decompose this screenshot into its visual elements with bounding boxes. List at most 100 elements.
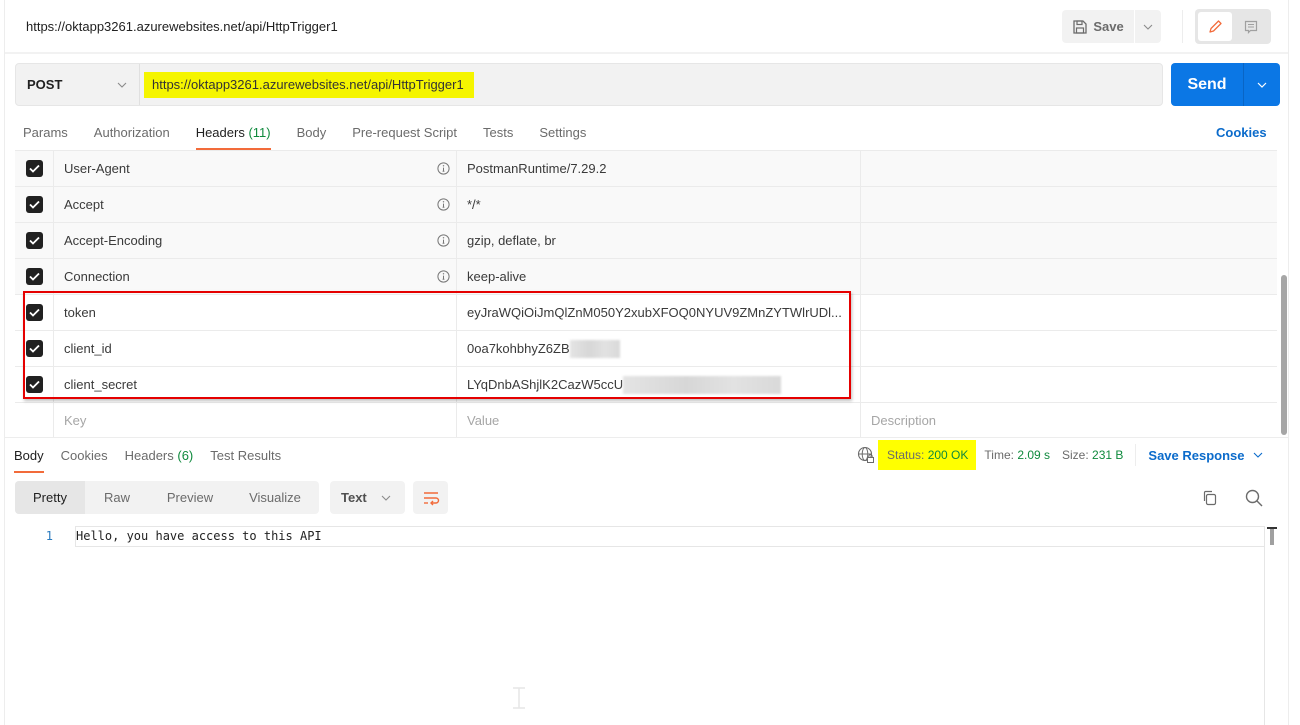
- info-icon[interactable]: [437, 234, 450, 247]
- tab-body[interactable]: Body: [297, 118, 327, 150]
- comment-icon: [1244, 20, 1258, 34]
- view-preview-button[interactable]: Preview: [149, 481, 231, 514]
- chevron-down-icon: [381, 495, 391, 501]
- meta-divider: [1135, 444, 1137, 466]
- save-options-button[interactable]: [1135, 10, 1161, 43]
- comments-mode-button[interactable]: [1234, 12, 1268, 41]
- header-key-text: token: [64, 305, 96, 320]
- header-key[interactable]: token: [54, 295, 457, 330]
- tab-response-headers[interactable]: Headers (6): [125, 441, 194, 473]
- header-checkbox[interactable]: [25, 268, 43, 285]
- send-options-button[interactable]: [1243, 63, 1280, 106]
- tab-label: Cookies: [60, 448, 108, 463]
- table-row: User-Agent PostmanRuntime/7.29.2: [15, 150, 1277, 186]
- time-label: Time:: [984, 448, 1014, 462]
- tab-params[interactable]: Params: [23, 118, 68, 150]
- headers-scrollbar[interactable]: [1281, 275, 1287, 435]
- editor-scrollbar[interactable]: [1267, 527, 1277, 545]
- new-value-input[interactable]: Value: [457, 403, 861, 437]
- table-row: Accept-Encoding gzip, deflate, br: [15, 222, 1277, 258]
- header-value[interactable]: */*: [457, 187, 861, 222]
- header-key[interactable]: client_id: [54, 331, 457, 366]
- tab-settings[interactable]: Settings: [539, 118, 586, 150]
- redacted-blur: [569, 339, 620, 358]
- header-value[interactable]: 0oa7kohbhyZ6ZB: [457, 331, 861, 366]
- header-key[interactable]: Accept-Encoding: [54, 223, 457, 258]
- header-description[interactable]: [861, 223, 1277, 258]
- header-checkbox[interactable]: [25, 160, 43, 177]
- chevron-down-icon: [1253, 452, 1262, 458]
- format-label: Text: [341, 490, 367, 505]
- tab-label: Body: [296, 125, 327, 140]
- header-checkbox[interactable]: [25, 340, 43, 357]
- tab-response-cookies[interactable]: Cookies: [61, 441, 108, 473]
- header-value[interactable]: PostmanRuntime/7.29.2: [457, 151, 861, 186]
- header-description[interactable]: [861, 151, 1277, 186]
- pane-divider[interactable]: [5, 437, 1288, 438]
- status-badge[interactable]: Status: 200 OK: [878, 440, 977, 470]
- save-response-label: Save Response: [1148, 447, 1245, 463]
- globe-lock-icon[interactable]: [857, 446, 875, 464]
- view-visualize-button[interactable]: Visualize: [231, 481, 319, 514]
- tab-response-body[interactable]: Body: [14, 441, 44, 473]
- check-icon: [28, 164, 40, 173]
- info-icon[interactable]: [437, 270, 450, 283]
- save-response-button[interactable]: Save Response: [1148, 448, 1262, 463]
- format-select[interactable]: Text: [330, 481, 405, 514]
- status-value: 200 OK: [927, 448, 969, 462]
- headers-count: (11): [248, 125, 271, 140]
- header-value[interactable]: LYqDnbAShjlK2CazW5ccU: [457, 367, 861, 402]
- url-input[interactable]: https://oktapp3261.azurewebsites.net/api…: [140, 64, 1162, 105]
- response-meta: Status: 200 OK Time: 2.09 s Size: 231 B …: [857, 440, 1263, 470]
- new-key-input[interactable]: Key: [54, 403, 457, 437]
- header-value[interactable]: gzip, deflate, br: [457, 223, 861, 258]
- tab-headers[interactable]: Headers (11): [195, 118, 271, 150]
- response-body-editor[interactable]: 1 Hello, you have access to this API: [15, 526, 1265, 547]
- header-checkbox[interactable]: [25, 376, 43, 393]
- header-key[interactable]: client_secret: [54, 367, 457, 402]
- header-checkbox[interactable]: [25, 304, 43, 321]
- view-mode-segmented: Pretty Raw Preview Visualize: [15, 481, 319, 514]
- header-checkbox[interactable]: [25, 232, 43, 249]
- info-icon[interactable]: [437, 198, 450, 211]
- method-label: POST: [27, 77, 63, 92]
- header-description[interactable]: [861, 295, 1277, 330]
- send-button[interactable]: Send: [1171, 63, 1243, 106]
- header-key[interactable]: Accept: [54, 187, 457, 222]
- search-button[interactable]: [1242, 486, 1266, 510]
- cookies-link[interactable]: Cookies: [1216, 125, 1267, 140]
- request-title: https://oktapp3261.azurewebsites.net/api…: [26, 19, 338, 34]
- wrap-lines-button[interactable]: [413, 481, 448, 514]
- editor-scroll-track: [1264, 526, 1265, 725]
- save-button[interactable]: Save: [1062, 10, 1134, 43]
- header-value[interactable]: eyJraWQiOiJmQlZnM050Y2xubXFOQ0NYUV9ZMnZY…: [457, 295, 861, 330]
- view-pretty-button[interactable]: Pretty: [15, 481, 85, 514]
- new-description-input[interactable]: Description: [861, 403, 1277, 437]
- request-tabs: Params Authorization Headers (11) Body P…: [23, 118, 612, 150]
- line-content[interactable]: Hello, you have access to this API: [75, 526, 1265, 547]
- info-icon[interactable]: [437, 162, 450, 175]
- edit-mode-button[interactable]: [1198, 12, 1232, 41]
- header-key-text: User-Agent: [64, 161, 130, 176]
- tab-pre-request-script[interactable]: Pre-request Script: [352, 118, 457, 150]
- header-key[interactable]: User-Agent: [54, 151, 457, 186]
- response-tabs: Body Cookies Headers (6) Test Results: [14, 441, 298, 473]
- header-key[interactable]: Connection: [54, 259, 457, 294]
- copy-button[interactable]: [1199, 487, 1221, 509]
- header-value-text: 0oa7kohbhyZ6ZB: [467, 341, 570, 356]
- header-checkbox[interactable]: [25, 196, 43, 213]
- header-description[interactable]: [861, 367, 1277, 402]
- header-description[interactable]: [861, 331, 1277, 366]
- header-value[interactable]: keep-alive: [457, 259, 861, 294]
- tab-authorization[interactable]: Authorization: [94, 118, 170, 150]
- header-description[interactable]: [861, 259, 1277, 294]
- tab-tests[interactable]: Tests: [483, 118, 513, 150]
- header-key-text: client_secret: [64, 377, 137, 392]
- view-raw-button[interactable]: Raw: [85, 481, 149, 514]
- response-time[interactable]: Time: 2.09 s: [984, 448, 1050, 462]
- method-select[interactable]: POST: [16, 64, 140, 105]
- response-headers-count: (6): [177, 448, 194, 463]
- response-size[interactable]: Size: 231 B: [1062, 448, 1123, 462]
- header-description[interactable]: [861, 187, 1277, 222]
- tab-test-results[interactable]: Test Results: [210, 441, 281, 473]
